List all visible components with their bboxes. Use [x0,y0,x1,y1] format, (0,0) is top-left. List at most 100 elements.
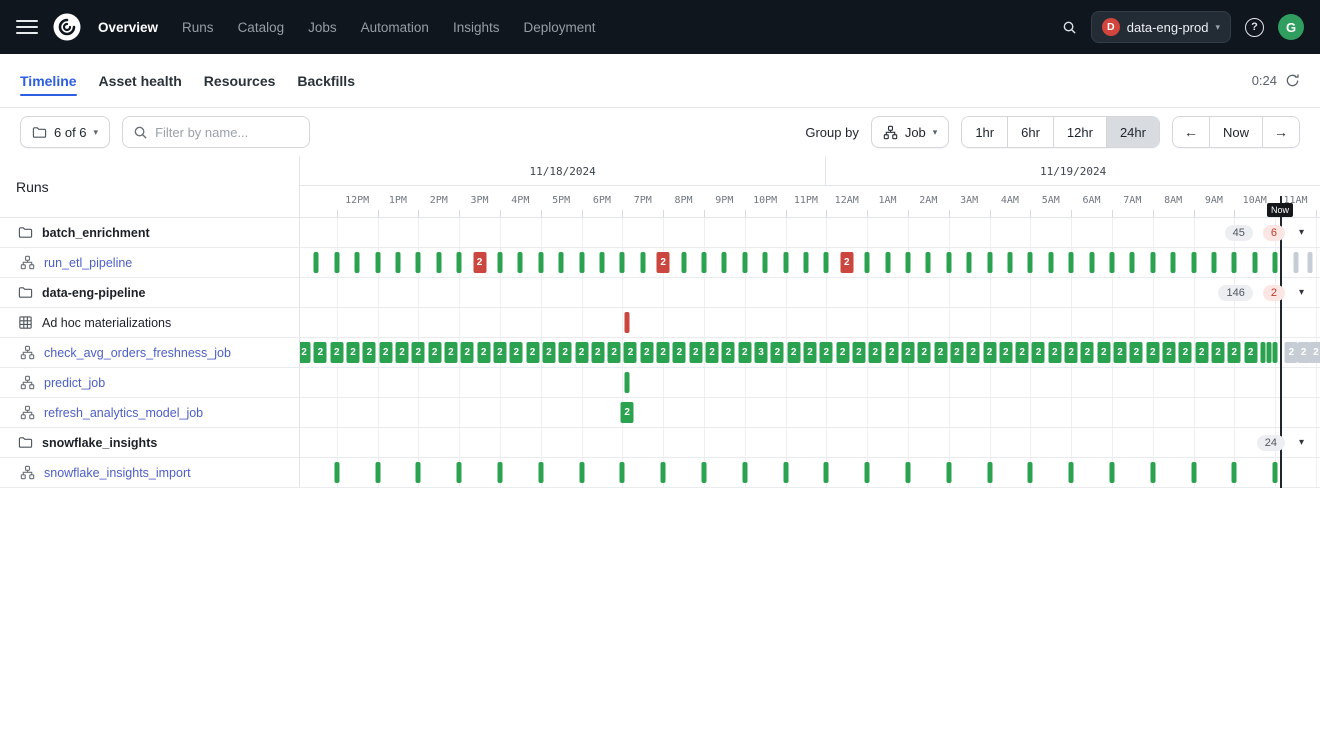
run-bar-success[interactable] [1150,462,1155,483]
run-bar-success[interactable] [1028,462,1033,483]
run-bar-success[interactable]: 2 [999,342,1012,363]
run-bar-success[interactable]: 2 [526,342,539,363]
expand-toggle[interactable]: ▾ [1295,435,1308,450]
run-bar-success[interactable] [620,252,625,273]
run-bar-success[interactable] [1007,252,1012,273]
user-avatar[interactable]: G [1278,14,1304,40]
help-button[interactable]: ? [1245,18,1264,37]
run-bar-success[interactable]: 2 [621,402,634,423]
run-bar-success[interactable]: 2 [869,342,882,363]
run-bar-success[interactable]: 2 [1179,342,1192,363]
run-bar-success[interactable] [1048,252,1053,273]
run-bar-success[interactable]: 2 [1032,342,1045,363]
nav-item-jobs[interactable]: Jobs [308,20,337,35]
run-bar-success[interactable] [1273,252,1278,273]
run-bar-success[interactable] [1069,462,1074,483]
nav-item-catalog[interactable]: Catalog [238,20,285,35]
deployment-switcher[interactable]: D data-eng-prod ▾ [1091,11,1231,43]
refresh-button[interactable] [1285,73,1300,88]
run-bar-success[interactable] [579,462,584,483]
tab-backfills[interactable]: Backfills [297,54,355,107]
run-bar-success[interactable]: 2 [1212,342,1225,363]
run-bar-success[interactable]: 2 [852,342,865,363]
run-bar-success[interactable] [824,252,829,273]
range-option-1hr[interactable]: 1hr [962,117,1007,147]
run-bar-success[interactable] [1252,252,1257,273]
run-bar-success[interactable] [1211,252,1216,273]
job-link[interactable]: refresh_analytics_model_job [44,406,203,420]
run-bar-queued[interactable]: 2 [1309,342,1320,363]
run-bar-success[interactable] [436,252,441,273]
run-bar-success[interactable]: 2 [804,342,817,363]
job-link[interactable]: run_etl_pipeline [44,256,132,270]
run-bar-success[interactable] [865,462,870,483]
nav-item-deployment[interactable]: Deployment [523,20,595,35]
run-bar-success[interactable] [885,252,890,273]
run-bar-success[interactable]: 2 [1146,342,1159,363]
run-bar-success[interactable]: 2 [1016,342,1029,363]
nav-item-overview[interactable]: Overview [98,20,158,35]
run-bar-success[interactable]: 2 [347,342,360,363]
run-bar-success[interactable]: 2 [1163,342,1176,363]
run-bar-success[interactable] [1089,252,1094,273]
run-bar-success[interactable]: 2 [1048,342,1061,363]
run-bar-success[interactable] [763,252,768,273]
run-bar-success[interactable] [742,462,747,483]
run-bar-success[interactable]: 2 [787,342,800,363]
run-bar-success[interactable] [1109,252,1114,273]
run-bar-success[interactable] [824,462,829,483]
run-bar-success[interactable] [783,252,788,273]
filter-input[interactable] [155,125,299,140]
group-by-button[interactable]: Job ▾ [871,116,950,148]
run-bar-success[interactable]: 2 [689,342,702,363]
group-name[interactable]: batch_enrichment [42,226,150,240]
run-bar-queued[interactable] [1307,252,1312,273]
run-bar-success[interactable] [1109,462,1114,483]
run-bar-success[interactable] [457,252,462,273]
run-bar-success[interactable] [314,252,319,273]
run-bar-success[interactable]: 2 [657,342,670,363]
run-bar-success[interactable]: 2 [820,342,833,363]
range-option-24hr[interactable]: 24hr [1106,117,1159,147]
row-name[interactable]: Ad hoc materializations [42,316,171,330]
run-bar-success[interactable] [416,252,421,273]
run-bar-success[interactable]: 2 [510,342,523,363]
run-bar-success[interactable] [1267,342,1272,363]
run-bar-success[interactable] [457,462,462,483]
run-bar-success[interactable]: 2 [967,342,980,363]
run-bar-failure[interactable]: 2 [840,252,853,273]
run-bar-success[interactable] [538,462,543,483]
scope-filter-button[interactable]: 6 of 6 ▾ [20,116,110,148]
run-bar-success[interactable] [681,252,686,273]
run-bar-success[interactable]: 2 [575,342,588,363]
run-bar-success[interactable]: 2 [983,342,996,363]
run-bar-success[interactable]: 2 [591,342,604,363]
run-bar-success[interactable] [625,372,630,393]
group-name[interactable]: snowflake_insights [42,436,157,450]
filter-input-wrap[interactable] [122,116,310,148]
run-bar-success[interactable] [701,252,706,273]
run-bar-success[interactable]: 2 [722,342,735,363]
run-bar-success[interactable]: 2 [885,342,898,363]
run-bar-success[interactable] [783,462,788,483]
run-bar-success[interactable] [987,462,992,483]
run-bar-success[interactable] [1273,462,1278,483]
run-bar-success[interactable] [1191,462,1196,483]
tab-asset-health[interactable]: Asset health [99,54,182,107]
run-bar-failure[interactable]: 2 [657,252,670,273]
run-bar-success[interactable] [559,252,564,273]
run-bar-success[interactable]: 2 [1081,342,1094,363]
run-bar-success[interactable]: 2 [1244,342,1257,363]
run-bar-success[interactable]: 2 [1097,342,1110,363]
nav-item-runs[interactable]: Runs [182,20,214,35]
run-bar-success[interactable] [1232,252,1237,273]
run-bar-success[interactable]: 2 [379,342,392,363]
run-bar-success[interactable]: 2 [706,342,719,363]
search-button[interactable] [1062,20,1077,35]
job-link[interactable]: snowflake_insights_import [44,466,191,480]
menu-button[interactable] [16,20,38,34]
run-bar-success[interactable]: 2 [1228,342,1241,363]
run-bar-success[interactable] [416,462,421,483]
run-bar-success[interactable]: 2 [428,342,441,363]
run-bar-success[interactable] [926,252,931,273]
